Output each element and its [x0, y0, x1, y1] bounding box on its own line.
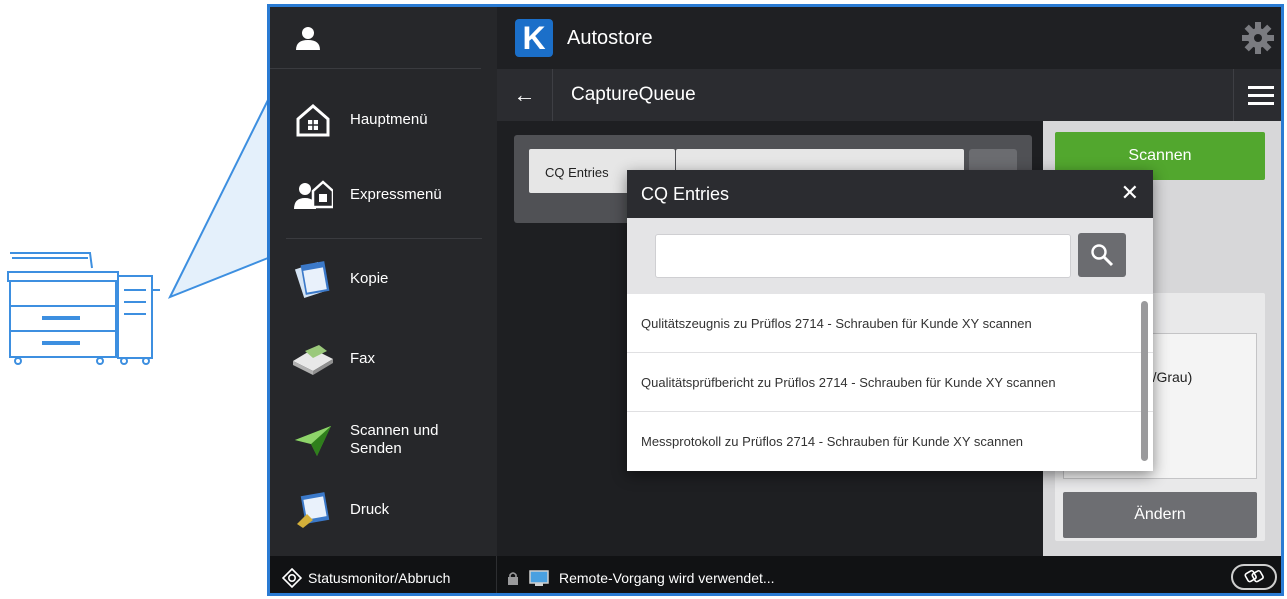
dialog-header: CQ Entries ✕	[627, 170, 1153, 218]
sidebar-item-label: Hauptmenü	[350, 111, 428, 128]
remote-link-icon	[1244, 569, 1264, 583]
user-icon[interactable]	[294, 24, 322, 52]
hamburger-icon	[1247, 86, 1274, 105]
home-icon	[288, 97, 338, 143]
device-screen: Hauptmenü Expressmenü Kopie Fax Scannen …	[267, 4, 1284, 596]
search-icon	[1091, 244, 1114, 267]
back-button[interactable]: ←	[497, 69, 553, 121]
close-button[interactable]: ✕	[1121, 182, 1139, 204]
sidebar-item-fax[interactable]: Fax	[270, 324, 497, 394]
express-icon	[288, 172, 338, 218]
sidebar-item-hauptmenu[interactable]: Hauptmenü	[270, 85, 497, 155]
remote-operation-button[interactable]	[1231, 564, 1277, 590]
dialog-search-input[interactable]	[655, 234, 1071, 278]
status-message-text: Remote-Vorgang wird verwendet...	[559, 569, 775, 586]
lock-icon	[508, 571, 518, 585]
sidebar-item-label: Expressmenü	[350, 186, 442, 203]
dialog-search-row	[627, 218, 1153, 294]
remote-pc-icon	[529, 569, 549, 586]
sidebar-item-label: Scannen und Senden	[350, 422, 439, 457]
print-icon	[288, 487, 338, 533]
sidebar-item-label: Kopie	[350, 270, 389, 287]
gear-icon[interactable]	[1241, 21, 1275, 55]
sidebar-item-kopie[interactable]: Kopie	[270, 244, 497, 314]
status-monitor-icon	[282, 567, 302, 588]
scan-send-icon	[288, 417, 338, 463]
status-message: Remote-Vorgang wird verwendet...	[507, 570, 775, 586]
status-bar: Statusmonitor/Abbruch Remote-Vorgang wir…	[270, 556, 1281, 593]
status-monitor-label: Statusmonitor/Abbruch	[308, 569, 451, 586]
list-item[interactable]: Messprotokoll zu Prüflos 2714 - Schraube…	[627, 412, 1153, 471]
fax-icon	[288, 336, 338, 382]
nav-bar: ← CaptureQueue	[497, 69, 1281, 121]
status-monitor-button[interactable]: Statusmonitor/Abbruch	[270, 556, 497, 593]
dialog-entry-list: Qulitätszeugnis zu Prüflos 2714 - Schrau…	[627, 294, 1153, 471]
app-header: K Autostore	[497, 7, 1281, 69]
sidebar-item-scannen-senden[interactable]: Scannen und Senden	[270, 405, 497, 475]
change-button[interactable]: Ändern	[1063, 492, 1257, 538]
sidebar-item-label: Druck	[350, 501, 390, 518]
list-item[interactable]: Qualitätsprüfbericht zu Prüflos 2714 - S…	[627, 353, 1153, 412]
cq-entries-dialog: CQ Entries ✕ Qulitätszeugnis zu Prüflos …	[627, 170, 1153, 471]
dialog-search-button[interactable]	[1078, 233, 1126, 277]
app-title: Autostore	[567, 26, 653, 49]
app-logo: K	[515, 19, 553, 57]
printer-illustration	[7, 99, 269, 365]
list-item[interactable]: Qulitätszeugnis zu Prüflos 2714 - Schrau…	[627, 294, 1153, 353]
sidebar-item-label: Fax	[350, 350, 376, 367]
sidebar-item-druck[interactable]: Druck	[270, 475, 497, 545]
sidebar-item-expressmenu[interactable]: Expressmenü	[270, 160, 497, 230]
copy-icon	[288, 256, 338, 302]
page-title: CaptureQueue	[571, 84, 696, 105]
menu-button[interactable]	[1233, 69, 1281, 121]
dialog-title: CQ Entries	[641, 183, 730, 204]
dialog-scrollbar[interactable]	[1141, 301, 1148, 461]
sidebar: Hauptmenü Expressmenü Kopie Fax Scannen …	[270, 7, 497, 556]
sidebar-divider	[286, 238, 482, 239]
user-area	[270, 7, 481, 69]
